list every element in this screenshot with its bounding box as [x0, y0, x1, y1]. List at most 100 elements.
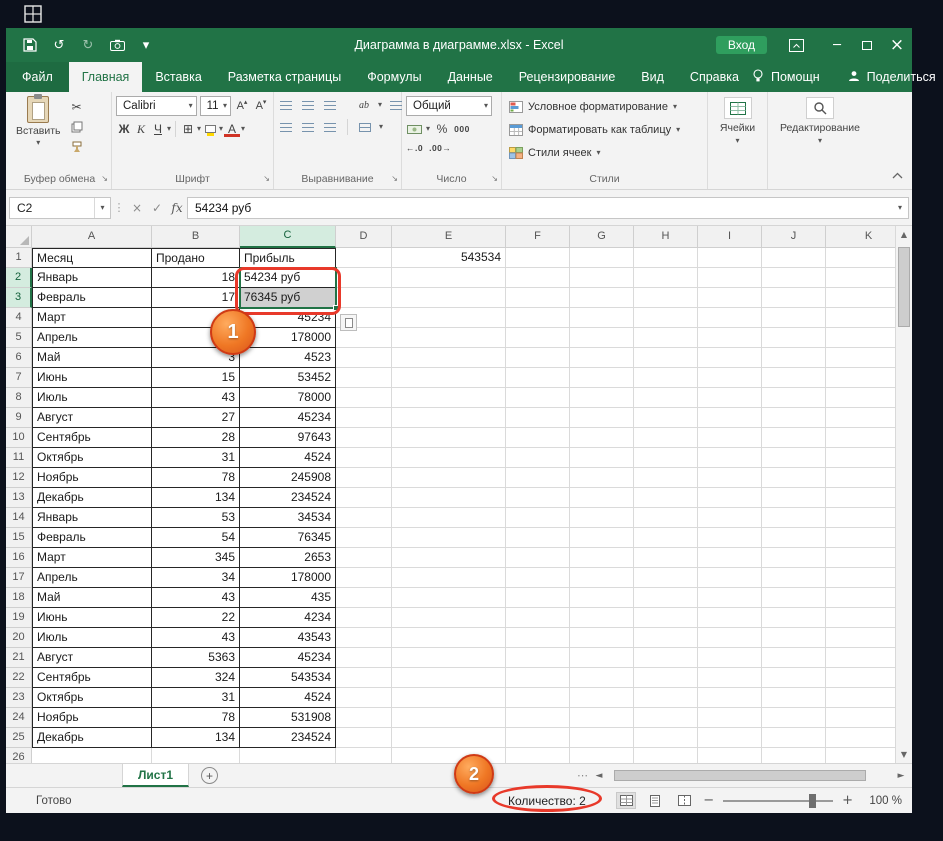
accounting-caret-icon[interactable]: ▾ — [426, 125, 430, 133]
cell-H17[interactable] — [634, 568, 698, 588]
add-sheet-button[interactable]: + — [201, 767, 219, 784]
cell-B19[interactable]: 22 — [152, 608, 240, 628]
name-box[interactable]: C2 ▾ — [9, 196, 111, 219]
cell-J8[interactable] — [762, 388, 826, 408]
cell-B21[interactable]: 5363 — [152, 648, 240, 668]
cell-I11[interactable] — [698, 448, 762, 468]
column-header-D[interactable]: D — [336, 226, 392, 248]
cell-E11[interactable] — [392, 448, 506, 468]
row-header-6[interactable]: 6 — [6, 348, 32, 368]
cell-I14[interactable] — [698, 508, 762, 528]
cell-B8[interactable]: 43 — [152, 388, 240, 408]
cell-G13[interactable] — [570, 488, 634, 508]
cell-G7[interactable] — [570, 368, 634, 388]
number-dialog-launcher[interactable]: ↘ — [491, 171, 498, 186]
row-header-16[interactable]: 16 — [6, 548, 32, 568]
cell-G2[interactable] — [570, 268, 634, 288]
cell-I12[interactable] — [698, 468, 762, 488]
cell-G19[interactable] — [570, 608, 634, 628]
tab-Вставка[interactable]: Вставка — [142, 62, 214, 92]
cell-A11[interactable]: Октябрь — [32, 448, 152, 468]
align-middle-button[interactable] — [300, 96, 316, 114]
cell-I18[interactable] — [698, 588, 762, 608]
cell-I7[interactable] — [698, 368, 762, 388]
cell-D8[interactable] — [336, 388, 392, 408]
cell-B3[interactable]: 17 — [152, 288, 240, 308]
cell-D1[interactable] — [336, 248, 392, 268]
cell-F3[interactable] — [506, 288, 570, 308]
cell-C14[interactable]: 34534 — [240, 508, 336, 528]
row-header-5[interactable]: 5 — [6, 328, 32, 348]
cell-H5[interactable] — [634, 328, 698, 348]
cell-B7[interactable]: 15 — [152, 368, 240, 388]
cell-J17[interactable] — [762, 568, 826, 588]
cell-D24[interactable] — [336, 708, 392, 728]
cell-H3[interactable] — [634, 288, 698, 308]
horizontal-scroll-track[interactable] — [610, 769, 890, 782]
zoom-slider-thumb[interactable] — [808, 793, 816, 808]
cell-J6[interactable] — [762, 348, 826, 368]
vertical-scroll-thumb[interactable] — [898, 247, 910, 327]
row-header-11[interactable]: 11 — [6, 448, 32, 468]
cell-B16[interactable]: 345 — [152, 548, 240, 568]
cell-F4[interactable] — [506, 308, 570, 328]
row-header-8[interactable]: 8 — [6, 388, 32, 408]
sheet-tab-list1[interactable]: Лист1 — [122, 764, 190, 787]
row-header-25[interactable]: 25 — [6, 728, 32, 748]
alignment-dialog-launcher[interactable]: ↘ — [391, 171, 398, 186]
cell-F13[interactable] — [506, 488, 570, 508]
cell-E19[interactable] — [392, 608, 506, 628]
cell-H15[interactable] — [634, 528, 698, 548]
align-bottom-button[interactable] — [322, 96, 338, 114]
tab-Главная[interactable]: Главная — [68, 62, 143, 92]
row-header-12[interactable]: 12 — [6, 468, 32, 488]
column-header-E[interactable]: E — [392, 226, 506, 248]
cell-F22[interactable] — [506, 668, 570, 688]
paste-button[interactable]: Вставить ▾ — [16, 94, 61, 172]
font-size-select[interactable]: 11 ▾ — [199, 96, 231, 116]
cell-B23[interactable]: 31 — [152, 688, 240, 708]
cell-C15[interactable]: 76345 — [240, 528, 336, 548]
fill-handle[interactable] — [333, 305, 339, 311]
cell-D7[interactable] — [336, 368, 392, 388]
cell-A1[interactable]: Месяц — [32, 248, 152, 268]
cell-D5[interactable] — [336, 328, 392, 348]
cell-D11[interactable] — [336, 448, 392, 468]
cell-E22[interactable] — [392, 668, 506, 688]
cell-C17[interactable]: 178000 — [240, 568, 336, 588]
bold-button[interactable]: Ж — [116, 120, 132, 138]
row-header-3[interactable]: 3 — [6, 288, 32, 308]
cell-D26[interactable] — [336, 748, 392, 763]
underline-caret-icon[interactable]: ▾ — [167, 125, 171, 133]
number-format-select[interactable]: Общий ▾ — [406, 96, 492, 116]
cell-J14[interactable] — [762, 508, 826, 528]
cell-J25[interactable] — [762, 728, 826, 748]
cell-H2[interactable] — [634, 268, 698, 288]
cell-C18[interactable]: 435 — [240, 588, 336, 608]
cell-E5[interactable] — [392, 328, 506, 348]
cell-I16[interactable] — [698, 548, 762, 568]
row-header-21[interactable]: 21 — [6, 648, 32, 668]
normal-view-button[interactable] — [616, 792, 637, 809]
cell-D25[interactable] — [336, 728, 392, 748]
cell-styles-button[interactable]: Стили ячеек ▾ — [502, 141, 707, 164]
cell-B14[interactable]: 53 — [152, 508, 240, 528]
cell-I15[interactable] — [698, 528, 762, 548]
row-header-20[interactable]: 20 — [6, 628, 32, 648]
save-button[interactable] — [22, 37, 38, 53]
cell-F19[interactable] — [506, 608, 570, 628]
cell-B18[interactable]: 43 — [152, 588, 240, 608]
cell-D16[interactable] — [336, 548, 392, 568]
cell-J7[interactable] — [762, 368, 826, 388]
cell-J18[interactable] — [762, 588, 826, 608]
cell-A2[interactable]: Январь — [32, 268, 152, 288]
maximize-button[interactable] — [852, 28, 882, 62]
format-painter-button[interactable] — [69, 138, 85, 156]
cell-J13[interactable] — [762, 488, 826, 508]
cell-C8[interactable]: 78000 — [240, 388, 336, 408]
cell-E4[interactable] — [392, 308, 506, 328]
cell-C25[interactable]: 234524 — [240, 728, 336, 748]
name-box-caret-icon[interactable]: ▾ — [95, 203, 110, 212]
cell-C23[interactable]: 4524 — [240, 688, 336, 708]
cell-H14[interactable] — [634, 508, 698, 528]
